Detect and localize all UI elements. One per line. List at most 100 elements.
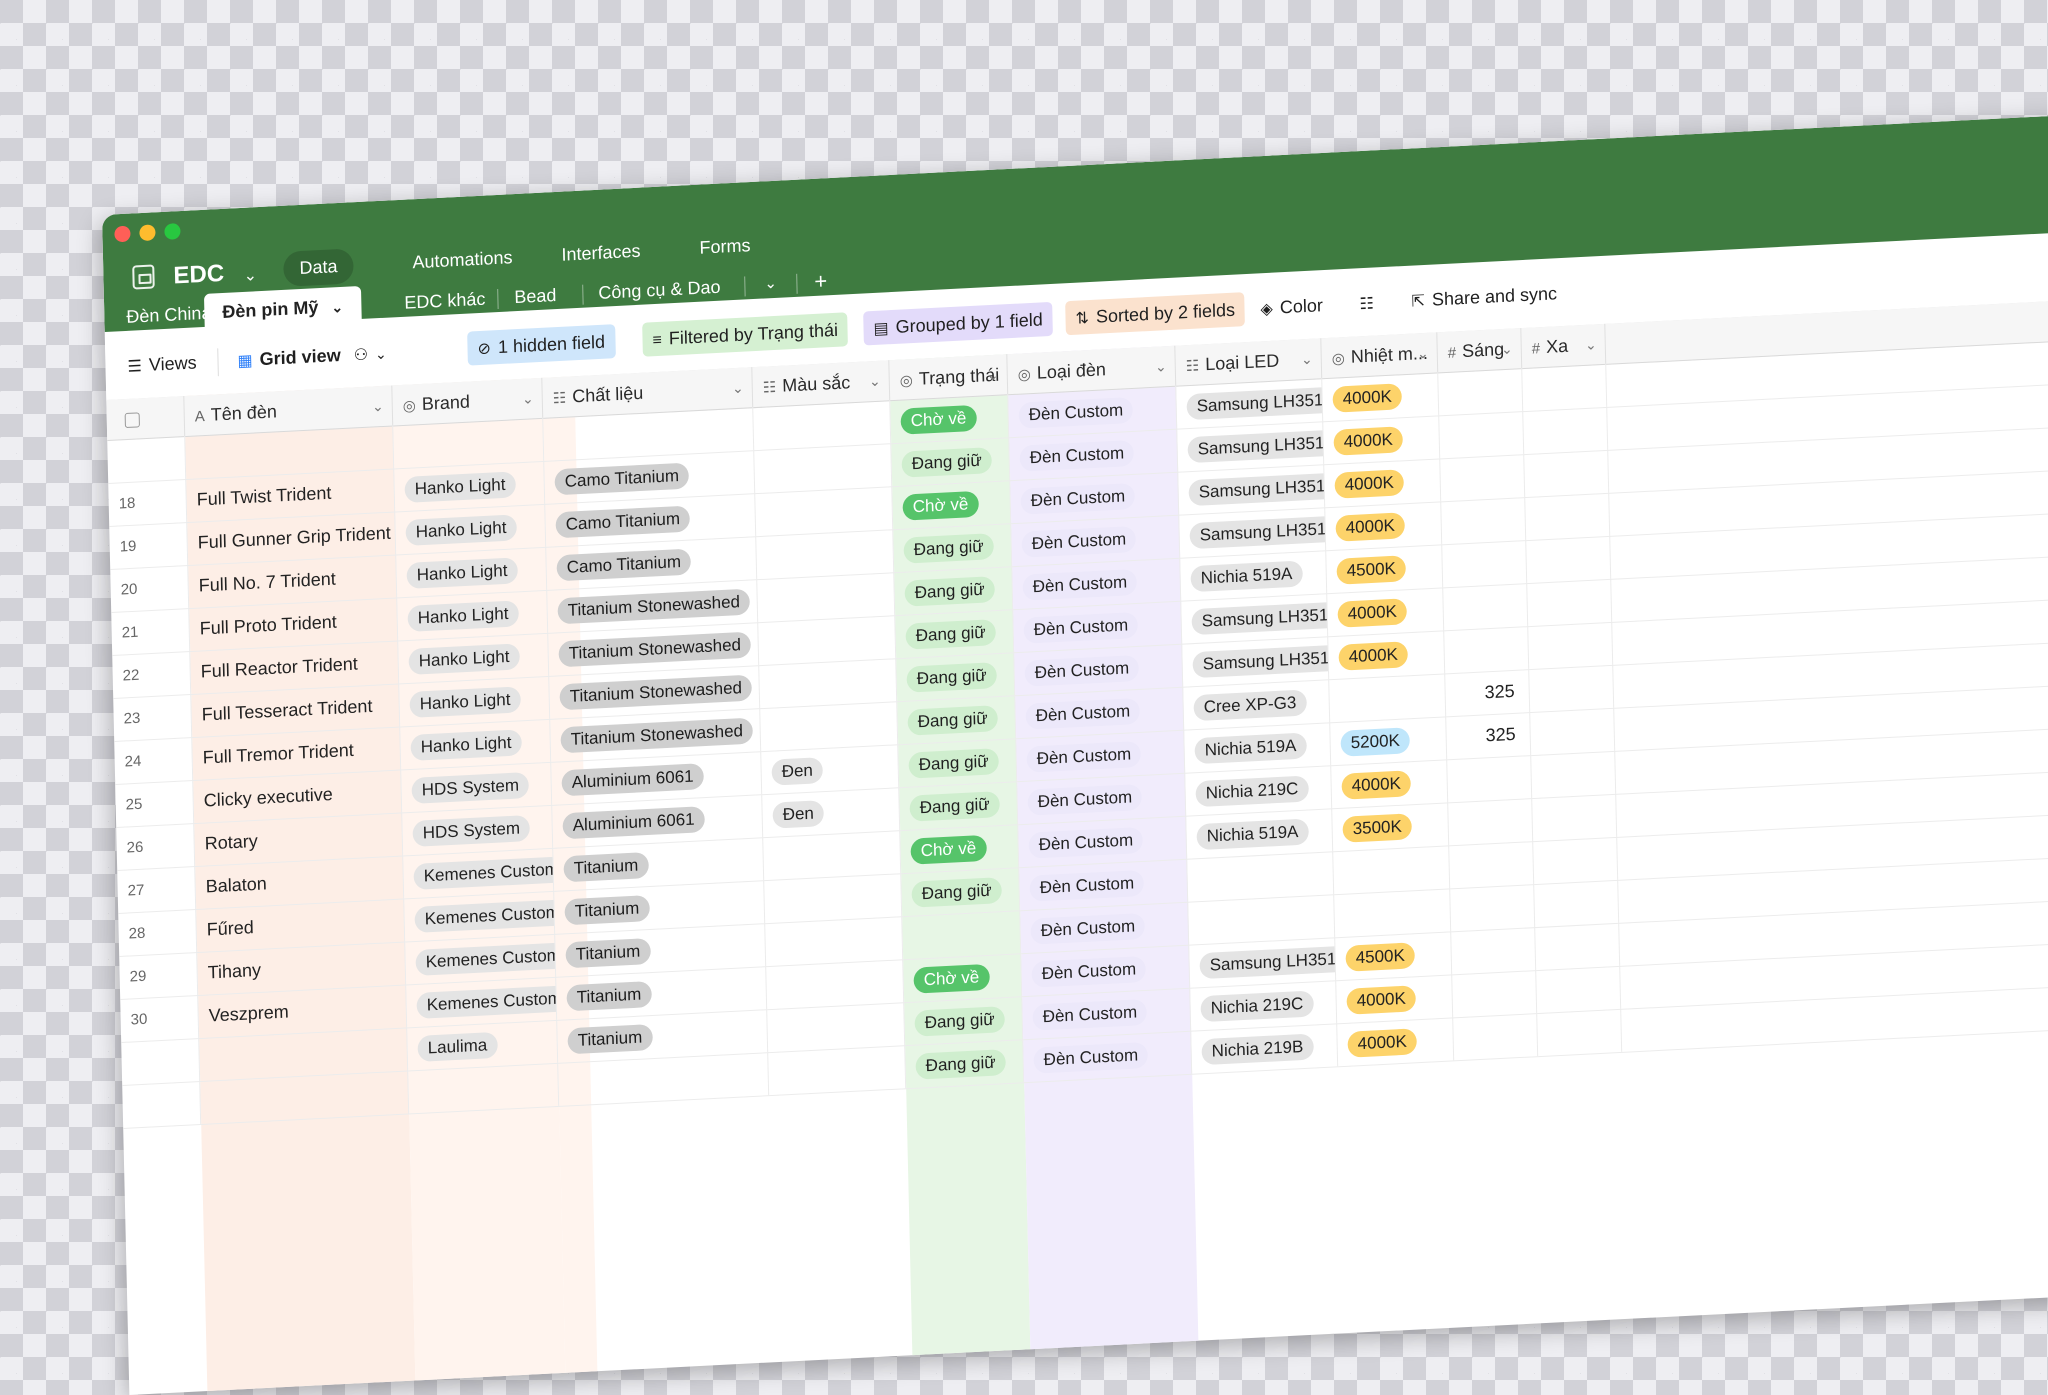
cell-bright[interactable] xyxy=(1438,368,1524,416)
cell-temp[interactable]: 4000K xyxy=(1331,759,1449,809)
cell-far[interactable] xyxy=(1527,578,1613,627)
cell-status[interactable]: Đang giữ xyxy=(895,609,1015,659)
cell-bright[interactable] xyxy=(1450,884,1536,932)
cell-bright[interactable] xyxy=(1443,583,1529,631)
cell-color[interactable]: Đen xyxy=(762,787,901,838)
nav-interfaces[interactable]: Interfaces xyxy=(545,233,657,274)
column-header-xa[interactable]: # Xa ⌄ xyxy=(1521,323,1607,369)
cell-led[interactable]: Samsung LH351D xyxy=(1179,507,1327,558)
cell-far[interactable] xyxy=(1530,707,1616,756)
cell-status[interactable]: Đang giữ xyxy=(897,695,1017,745)
cell-temp[interactable]: 4000K xyxy=(1324,458,1442,508)
cell-led[interactable]: Samsung LH351D xyxy=(1176,378,1324,429)
cell-color[interactable] xyxy=(753,400,892,451)
views-button[interactable]: ☰ Views xyxy=(117,345,207,384)
column-header-mau-sac[interactable]: ☷ Màu sắc ⌄ xyxy=(752,360,891,408)
cell-led[interactable]: Nichia 219C xyxy=(1185,765,1333,816)
cell-temp[interactable]: 4000K xyxy=(1336,974,1454,1024)
cell-far[interactable] xyxy=(1525,492,1611,541)
cell-brand[interactable]: Kemenes Custom xyxy=(403,847,555,899)
cell-far[interactable] xyxy=(1536,965,1622,1014)
cell-led[interactable]: Nichia 519A xyxy=(1184,722,1332,773)
cell-far[interactable] xyxy=(1524,449,1610,498)
cell-led[interactable]: Samsung LH351D xyxy=(1182,636,1330,687)
grid-view-button[interactable]: ▦ Grid view ⚇ ⌄ xyxy=(227,335,397,378)
cell-status[interactable]: Chờ về xyxy=(900,824,1020,874)
cell-bright[interactable]: 325 xyxy=(1446,712,1532,760)
cell-temp[interactable]: 4000K xyxy=(1328,630,1446,680)
nav-forms[interactable]: Forms xyxy=(683,227,767,266)
row-height-button[interactable]: ☷ xyxy=(1349,285,1391,321)
cell-temp[interactable]: 4000K xyxy=(1325,501,1443,551)
cell-far[interactable] xyxy=(1537,1008,1623,1057)
cell-led[interactable] xyxy=(1188,894,1336,945)
cell-far[interactable] xyxy=(1535,922,1621,971)
cell-color[interactable] xyxy=(757,572,896,623)
cell-led[interactable] xyxy=(1187,851,1335,902)
cell-led[interactable]: Nichia 219C xyxy=(1190,980,1338,1031)
cell-bright[interactable] xyxy=(1441,497,1527,545)
cell-led[interactable]: Samsung LH351D xyxy=(1181,593,1329,644)
cell-far[interactable] xyxy=(1534,879,1620,928)
cell-bright[interactable] xyxy=(1447,755,1533,803)
nav-automations[interactable]: Automations xyxy=(396,239,529,281)
cell-status[interactable]: Đang giữ xyxy=(905,1039,1025,1089)
tab-bead[interactable]: Bead xyxy=(514,276,557,316)
cell-led[interactable]: Nichia 519A xyxy=(1186,808,1334,859)
cell-brand[interactable]: Hanko Light xyxy=(397,589,549,641)
cell-type[interactable]: Đèn Custom xyxy=(1023,1030,1193,1083)
cell-brand[interactable]: Hanko Light xyxy=(398,632,550,684)
cell-brand[interactable]: Kemenes Custom xyxy=(404,890,556,942)
cell-brand[interactable]: Laulima xyxy=(407,1019,559,1071)
cell-bright[interactable] xyxy=(1442,540,1528,588)
cell-led[interactable]: Cree XP-G3 xyxy=(1183,679,1331,730)
cell-bright[interactable]: 325 xyxy=(1445,669,1531,717)
chevron-down-icon[interactable]: ⌄ xyxy=(764,265,777,304)
zoom-window-button[interactable] xyxy=(164,223,181,240)
cell-brand[interactable]: Hanko Light xyxy=(396,546,548,598)
cell-bright[interactable] xyxy=(1440,454,1526,502)
cell-bright[interactable] xyxy=(1452,970,1538,1018)
cell-brand[interactable]: Hanko Light xyxy=(399,675,551,727)
group-button[interactable]: ▤ Grouped by 1 field xyxy=(863,301,1054,346)
cell-temp[interactable] xyxy=(1334,888,1452,938)
cell-far[interactable] xyxy=(1532,793,1618,842)
cell-color[interactable] xyxy=(758,615,897,666)
cell-status[interactable]: Chờ về xyxy=(892,480,1012,530)
cell-name[interactable] xyxy=(200,1070,410,1125)
cell-status[interactable]: Đang giữ xyxy=(891,437,1011,487)
cell-far[interactable] xyxy=(1531,750,1617,799)
column-header-sang[interactable]: # Sáng ⌄ xyxy=(1437,328,1523,373)
cell-temp[interactable]: 3500K xyxy=(1332,802,1450,852)
sort-button[interactable]: ⇅ Sorted by 2 fields xyxy=(1065,292,1246,336)
cell-brand[interactable]: Hanko Light xyxy=(400,718,552,770)
cell-temp[interactable] xyxy=(1329,673,1447,723)
cell-bright[interactable] xyxy=(1448,798,1534,846)
cell-led[interactable]: Samsung LH351D xyxy=(1178,464,1326,515)
cell-mat[interactable] xyxy=(558,1052,770,1106)
cell-color[interactable] xyxy=(755,486,894,537)
add-table-icon[interactable]: + xyxy=(814,262,828,301)
cell-status[interactable]: Đang giữ xyxy=(898,738,1018,788)
cell-temp[interactable]: 4000K xyxy=(1337,1017,1455,1067)
cell-color[interactable] xyxy=(768,1045,907,1096)
cell-color[interactable] xyxy=(767,1002,906,1053)
cell-bright[interactable] xyxy=(1439,411,1525,459)
cell-led[interactable]: Nichia 519A xyxy=(1180,550,1328,601)
cell-temp[interactable] xyxy=(1333,845,1451,895)
cell-bright[interactable] xyxy=(1444,626,1530,674)
cell-status[interactable]: Đang giữ xyxy=(896,652,1016,702)
cell-bright[interactable] xyxy=(1451,927,1537,975)
cell-status[interactable]: Chờ về xyxy=(903,953,1023,1003)
minimize-window-button[interactable] xyxy=(139,224,156,242)
cell-temp[interactable]: 4000K xyxy=(1327,587,1445,637)
cell-far[interactable] xyxy=(1533,836,1619,885)
cell-color[interactable] xyxy=(759,658,898,709)
cell-color[interactable] xyxy=(763,830,902,881)
cell-color[interactable] xyxy=(760,701,899,752)
cell-color[interactable] xyxy=(756,529,895,580)
cell-status[interactable]: Đang giữ xyxy=(899,781,1019,831)
cell-far[interactable] xyxy=(1526,535,1612,584)
filter-button[interactable]: ≡ Filtered by Trạng thái xyxy=(642,312,849,357)
cell-far[interactable] xyxy=(1529,664,1615,713)
